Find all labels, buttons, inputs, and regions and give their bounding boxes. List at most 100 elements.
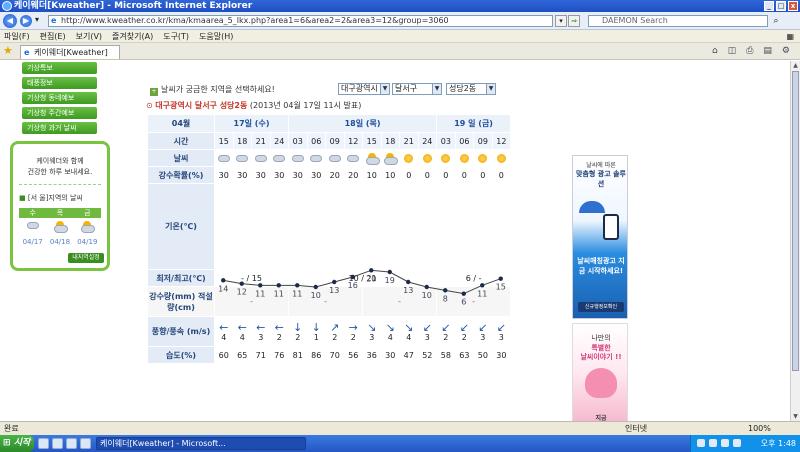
time-cell: 06	[306, 132, 327, 150]
wind-speed: 3	[480, 332, 486, 342]
search-input[interactable]: DAEMON Search	[588, 15, 768, 27]
tray-icon[interactable]	[709, 439, 717, 447]
set-my-region-button[interactable]: 내지역설정	[68, 253, 104, 263]
temperature-label: 14	[218, 284, 228, 293]
sidebar-day: 수	[29, 209, 36, 217]
status-text: 완료	[4, 424, 19, 433]
humidity-cell: 50	[473, 346, 493, 364]
menu-view[interactable]: 보기(V)	[76, 30, 102, 42]
tray-icon[interactable]	[721, 439, 729, 447]
select-dong[interactable]: 성당2동 ▼	[446, 83, 496, 95]
sidebar-link-weekly-forecast[interactable]: 기상청 주간예보	[22, 107, 97, 119]
dropdown-icon[interactable]: ▾	[35, 15, 39, 24]
status-bar: 완료 인터넷 100%	[0, 421, 800, 435]
menu-help[interactable]: 도움말(H)	[199, 30, 233, 42]
windows-flag-icon: ▦	[786, 32, 794, 41]
menu-favorites[interactable]: 즐겨찾기(A)	[112, 30, 153, 42]
precip-prob-cell: 10	[380, 166, 401, 184]
minimize-icon[interactable]: _	[764, 1, 774, 11]
maximize-icon[interactable]: □	[776, 1, 786, 11]
humidity-cell: 86	[306, 346, 327, 364]
menu-file[interactable]: 파일(F)	[4, 30, 30, 42]
print-icon[interactable]: ⎙	[746, 46, 753, 56]
precip-prob-cell: 30	[232, 166, 252, 184]
cloud-icon	[328, 154, 341, 162]
tab-kweather[interactable]: 케이웨더[Kweather]	[20, 45, 120, 59]
tray-icon[interactable]	[733, 439, 741, 447]
temperature-line-chart: 14 12 11 11 11 10 13 16 20 19 13 10 8 6 11 15	[218, 268, 506, 307]
window-titlebar: 케이웨더[Kweather] - Microsoft Internet Expl…	[0, 0, 800, 12]
wind-speed: 2	[443, 332, 449, 342]
quick-launch-icon[interactable]	[52, 438, 63, 449]
temperature-chart-cell	[213, 183, 512, 270]
row-label: 기온(℃)	[147, 183, 215, 270]
favorites-star-icon[interactable]: ★	[3, 45, 13, 56]
select-district[interactable]: 달서구 ▼	[392, 83, 442, 95]
humidity-cell: 58	[436, 346, 456, 364]
home-icon[interactable]: ⌂	[712, 46, 718, 56]
ad-weather-matching[interactable]: 날씨에 따른 맞춤형 광고 솔루션 날씨매칭광고 지금 시작하세요! 신규행정보…	[572, 155, 628, 319]
partly-cloudy-icon	[384, 153, 399, 165]
weather-cell	[491, 149, 512, 167]
menu-edit[interactable]: 편집(E)	[40, 30, 66, 42]
vertical-scrollbar[interactable]: ▲ ▼	[790, 61, 800, 421]
tray-icon[interactable]	[697, 439, 705, 447]
row-label: 시간	[147, 132, 215, 150]
feeds-icon[interactable]: ◫	[728, 46, 737, 56]
weather-cell	[232, 149, 252, 167]
sidebar-link-typhoon[interactable]: 태풍정보	[22, 77, 97, 89]
sidebar-link-warnings[interactable]: 기상특보	[22, 62, 97, 74]
address-dropdown-icon[interactable]: ▾	[555, 15, 567, 27]
go-icon[interactable]: ⇒	[568, 15, 580, 27]
start-button[interactable]: ⊞ 시작	[0, 435, 34, 452]
search-icon[interactable]: ⌕	[770, 15, 782, 27]
time-cell: 24	[269, 132, 290, 150]
quick-launch-icon[interactable]	[66, 438, 77, 449]
partly-cloudy-icon	[365, 153, 380, 165]
row-label: 강수량(mm) 적설량(cm)	[147, 286, 215, 317]
sidebar-weather-icons	[19, 221, 101, 234]
time-cell: 15	[214, 132, 234, 150]
taskbar-window-button[interactable]: 케이웨더[Kweather] - Microsoft...	[96, 437, 306, 450]
zoom-level[interactable]: 100%	[748, 422, 771, 435]
day-header: 19 일 (금)	[436, 114, 512, 133]
precip-prob-cell: 30	[251, 166, 271, 184]
tab-bar: ★ 케이웨더[Kweather] ⌂ ◫ ⎙ ▤ ⚙	[0, 43, 800, 60]
precip-prob-cell: 20	[325, 166, 345, 184]
temperature-point	[313, 284, 318, 290]
location-name: 대구광역시 달서구 성당2동	[155, 101, 248, 110]
scroll-up-icon[interactable]: ▲	[791, 61, 800, 70]
greeting-text: 케이웨더와 함께 건강한 하루 보내세요.	[27, 157, 93, 176]
weather-cell	[362, 149, 382, 167]
sidebar-date: 04/18	[49, 238, 71, 246]
temperature-label: 11	[292, 289, 302, 298]
ad-my-weather-story[interactable]: 나만의 특별한 날씨이야기 !! 지금	[572, 323, 628, 421]
sidebar-link-local-forecast[interactable]: 기상청 동네예보	[22, 92, 97, 104]
temperature-label: 19	[385, 276, 395, 285]
ad1-button[interactable]: 신규행정보확인	[578, 302, 624, 312]
weather-cell	[343, 149, 364, 167]
wind-speed: 4	[239, 332, 245, 342]
close-icon[interactable]: x	[788, 1, 798, 11]
table-row: 습도(%) 60 65 71 76 81 86 70 56 36 30 47 52 58 63 50 30	[147, 346, 512, 364]
back-icon[interactable]: ◀	[3, 14, 17, 28]
sidebar-link-past-weather[interactable]: 기상청 과거 날씨	[22, 122, 97, 134]
sidebar-date: 04/19	[77, 238, 98, 246]
forward-icon[interactable]: ▶	[20, 15, 32, 27]
menu-tools[interactable]: 도구(T)	[163, 30, 189, 42]
page-icon[interactable]: ▤	[763, 46, 772, 56]
scrollbar-thumb[interactable]	[792, 71, 799, 371]
select-city[interactable]: 대구광역시 ▼	[338, 83, 390, 95]
cloud-icon	[310, 154, 323, 162]
sidebar-day: 목	[56, 209, 64, 217]
time-cell: 06	[454, 132, 475, 150]
temperature-label: 16	[348, 281, 358, 290]
cloud-icon	[347, 154, 360, 162]
temperature-point	[332, 279, 337, 285]
scroll-down-icon[interactable]: ▼	[791, 412, 800, 421]
url-field[interactable]: http://www.kweather.co.kr/kma/kmaarea_5_…	[48, 15, 553, 27]
humidity-cell: 70	[325, 346, 345, 364]
quick-launch-icon[interactable]	[38, 438, 49, 449]
quick-launch-icon[interactable]	[80, 438, 91, 449]
tools-icon[interactable]: ⚙	[782, 46, 790, 56]
